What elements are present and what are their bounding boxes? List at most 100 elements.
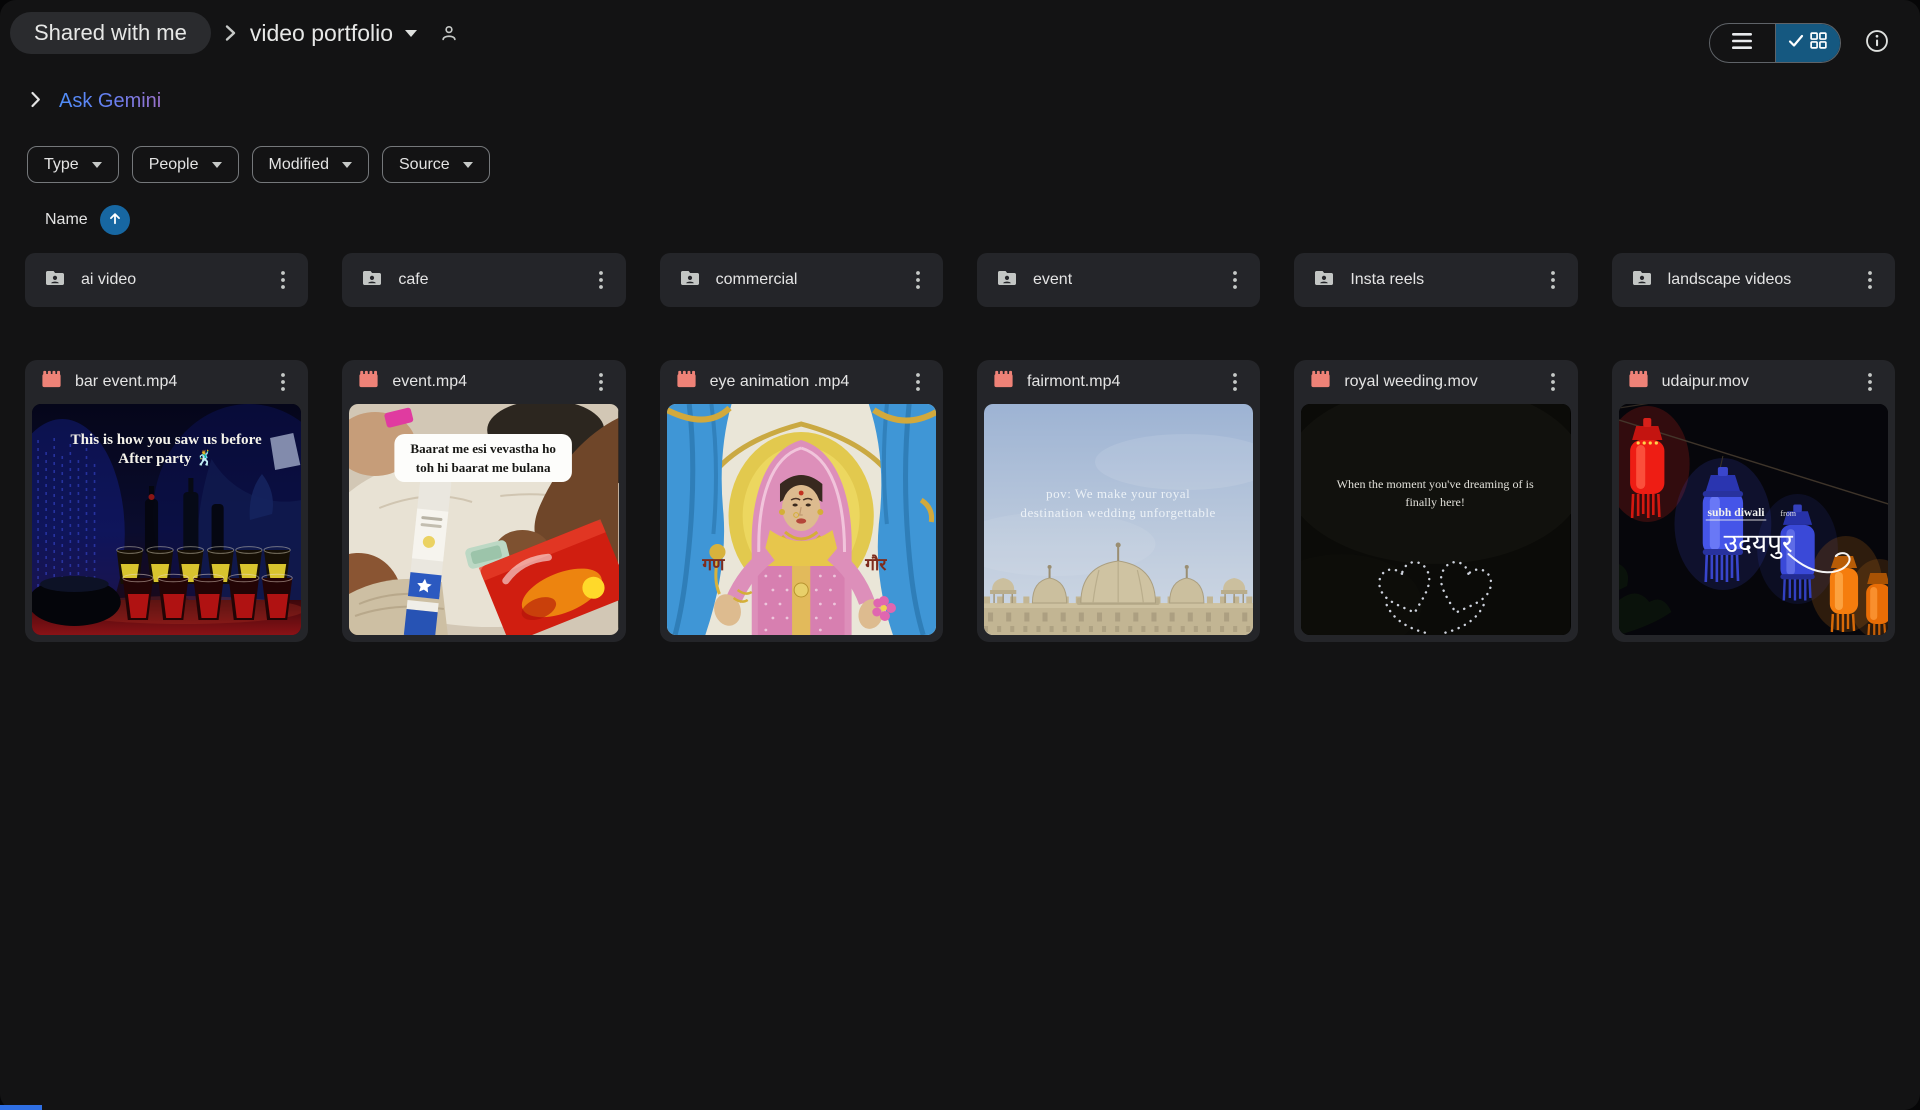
- filter-chip-people[interactable]: People: [131, 146, 239, 183]
- video-thumbnail[interactable]: This is how you saw us before After part…: [32, 404, 302, 635]
- more-options-button[interactable]: [268, 367, 298, 397]
- file-card[interactable]: event.mp4 Baarat me esi vevastha ho toh …: [342, 360, 626, 642]
- file-card-header: bar event.mp4: [25, 360, 308, 404]
- video-file-icon: [40, 368, 63, 396]
- thumbnail-caption-line1: When the moment you've dreaming of is: [1337, 477, 1534, 491]
- filter-chip-source[interactable]: Source: [382, 146, 490, 183]
- chevron-down-icon: [462, 161, 473, 168]
- ask-gemini-link[interactable]: Ask Gemini: [59, 90, 161, 113]
- thumbnail-caption-from: from: [1780, 509, 1796, 518]
- shared-folder-icon: [438, 22, 460, 44]
- thumbnail-caption-line2: destination wedding unforgettable: [1020, 505, 1215, 520]
- folder-card[interactable]: landscape videos: [1611, 253, 1895, 307]
- check-icon: [1788, 34, 1804, 53]
- breadcrumb: Shared with me video portfolio: [10, 11, 460, 55]
- list-view-button[interactable]: [1710, 24, 1775, 62]
- file-card-header: royal weeding.mov: [1294, 360, 1577, 404]
- folder-name: Insta reels: [1350, 271, 1425, 288]
- thumbnail-caption-right: गौर: [864, 554, 887, 575]
- breadcrumb-root-label: Shared with me: [34, 20, 187, 45]
- view-toggle: [1709, 23, 1841, 63]
- sort-row: Name: [45, 204, 130, 236]
- thumbnail-caption-line2: After party 🕺: [118, 448, 214, 467]
- grid-view-button[interactable]: [1774, 24, 1840, 62]
- filter-chip-label: Modified: [268, 155, 329, 173]
- breadcrumb-separator-icon: [224, 23, 237, 43]
- folder-name: cafe: [398, 271, 429, 288]
- more-options-button[interactable]: [903, 265, 933, 295]
- video-file-icon: [1309, 368, 1332, 396]
- video-file-icon: [1627, 368, 1650, 396]
- video-thumbnail[interactable]: pov: We make your royal destination wedd…: [984, 404, 1254, 635]
- file-card[interactable]: eye animation .mp4 गण गौर: [659, 360, 943, 642]
- file-name: royal weeding.mov: [1344, 373, 1478, 390]
- sort-by-name-button[interactable]: Name: [45, 211, 88, 229]
- info-icon: [1864, 28, 1890, 59]
- details-button[interactable]: [1862, 28, 1892, 58]
- gemini-expand-icon[interactable]: [30, 91, 41, 113]
- bottom-edge-artifact: [0, 1105, 42, 1110]
- chevron-down-icon: [405, 29, 418, 37]
- filter-chip-label: Source: [399, 155, 450, 173]
- file-name: eye animation .mp4: [709, 373, 850, 390]
- more-options-button[interactable]: [1855, 367, 1885, 397]
- filter-chip-label: Type: [44, 155, 79, 173]
- drive-main-panel: Shared with me video portfolio Ask Gemin…: [0, 0, 1920, 1110]
- more-options-button[interactable]: [1220, 265, 1250, 295]
- file-card[interactable]: bar event.mp4 This is how you saw us bef…: [25, 360, 309, 642]
- page-title: video portfolio: [249, 19, 394, 46]
- filter-chip-modified[interactable]: Modified: [251, 146, 369, 183]
- folder-card[interactable]: event: [977, 253, 1261, 307]
- files-grid: bar event.mp4 This is how you saw us bef…: [25, 360, 1895, 642]
- video-thumbnail[interactable]: When the moment you've dreaming of is fi…: [1301, 404, 1571, 635]
- file-name: event.mp4: [392, 373, 468, 390]
- file-name: bar event.mp4: [75, 373, 178, 390]
- more-options-button[interactable]: [586, 367, 616, 397]
- folder-name: landscape videos: [1667, 271, 1792, 288]
- chevron-down-icon: [91, 161, 102, 168]
- list-view-icon: [1732, 32, 1753, 54]
- filter-chip-label: People: [148, 155, 199, 173]
- folder-card[interactable]: Insta reels: [1294, 253, 1578, 307]
- more-options-button[interactable]: [268, 265, 298, 295]
- thumbnail-caption-line1: Baarat me esi vevastha ho: [411, 441, 557, 456]
- folder-name: ai video: [81, 271, 137, 288]
- chevron-down-icon: [342, 161, 352, 168]
- shared-folder-icon: [43, 266, 67, 295]
- more-options-button[interactable]: [1538, 367, 1568, 397]
- folder-title-menu[interactable]: video portfolio: [249, 19, 418, 47]
- filter-chip-type[interactable]: Type: [27, 146, 119, 183]
- sort-direction-button[interactable]: [99, 205, 130, 235]
- file-card-header: udaipur.mov: [1612, 360, 1895, 404]
- file-card[interactable]: udaipur.mov subh diwali from उदयपुर: [1611, 360, 1895, 642]
- breadcrumb-shared-with-me[interactable]: Shared with me: [10, 12, 211, 54]
- file-card[interactable]: fairmont.mp4 pov: We make your royal des…: [977, 360, 1261, 642]
- shared-folder-icon: [995, 266, 1019, 295]
- file-card-header: eye animation .mp4: [660, 360, 943, 404]
- file-card-header: event.mp4: [342, 360, 625, 404]
- file-card-header: fairmont.mp4: [977, 360, 1260, 404]
- more-options-button[interactable]: [1538, 265, 1568, 295]
- more-options-button[interactable]: [1855, 265, 1885, 295]
- video-thumbnail[interactable]: गण गौर: [666, 404, 936, 635]
- filter-bar: Type People Modified Source: [27, 146, 490, 183]
- folder-card[interactable]: commercial: [659, 253, 943, 307]
- folder-card[interactable]: ai video: [25, 253, 309, 307]
- thumbnail-caption-line2: finally here!: [1406, 495, 1465, 509]
- video-thumbnail[interactable]: subh diwali from उदयपुर: [1618, 404, 1888, 635]
- thumbnail-caption-line2: toh hi baarat me bulana: [416, 460, 551, 475]
- video-thumbnail[interactable]: Baarat me esi vevastha ho toh hi baarat …: [349, 404, 619, 635]
- more-options-button[interactable]: [1220, 367, 1250, 397]
- more-options-button[interactable]: [903, 367, 933, 397]
- folder-name: event: [1033, 271, 1073, 288]
- shared-folder-icon: [1630, 266, 1654, 295]
- header-controls: [1709, 23, 1892, 63]
- thumbnail-caption-left: गण: [701, 555, 725, 575]
- thumbnail-caption-line1: This is how you saw us before: [71, 432, 263, 448]
- more-options-button[interactable]: [586, 265, 616, 295]
- file-card[interactable]: royal weeding.mov When the moment you've…: [1294, 360, 1578, 642]
- folder-card[interactable]: cafe: [342, 253, 626, 307]
- folder-name: commercial: [715, 271, 798, 288]
- shared-folder-icon: [360, 266, 384, 295]
- shared-folder-icon: [1312, 266, 1336, 295]
